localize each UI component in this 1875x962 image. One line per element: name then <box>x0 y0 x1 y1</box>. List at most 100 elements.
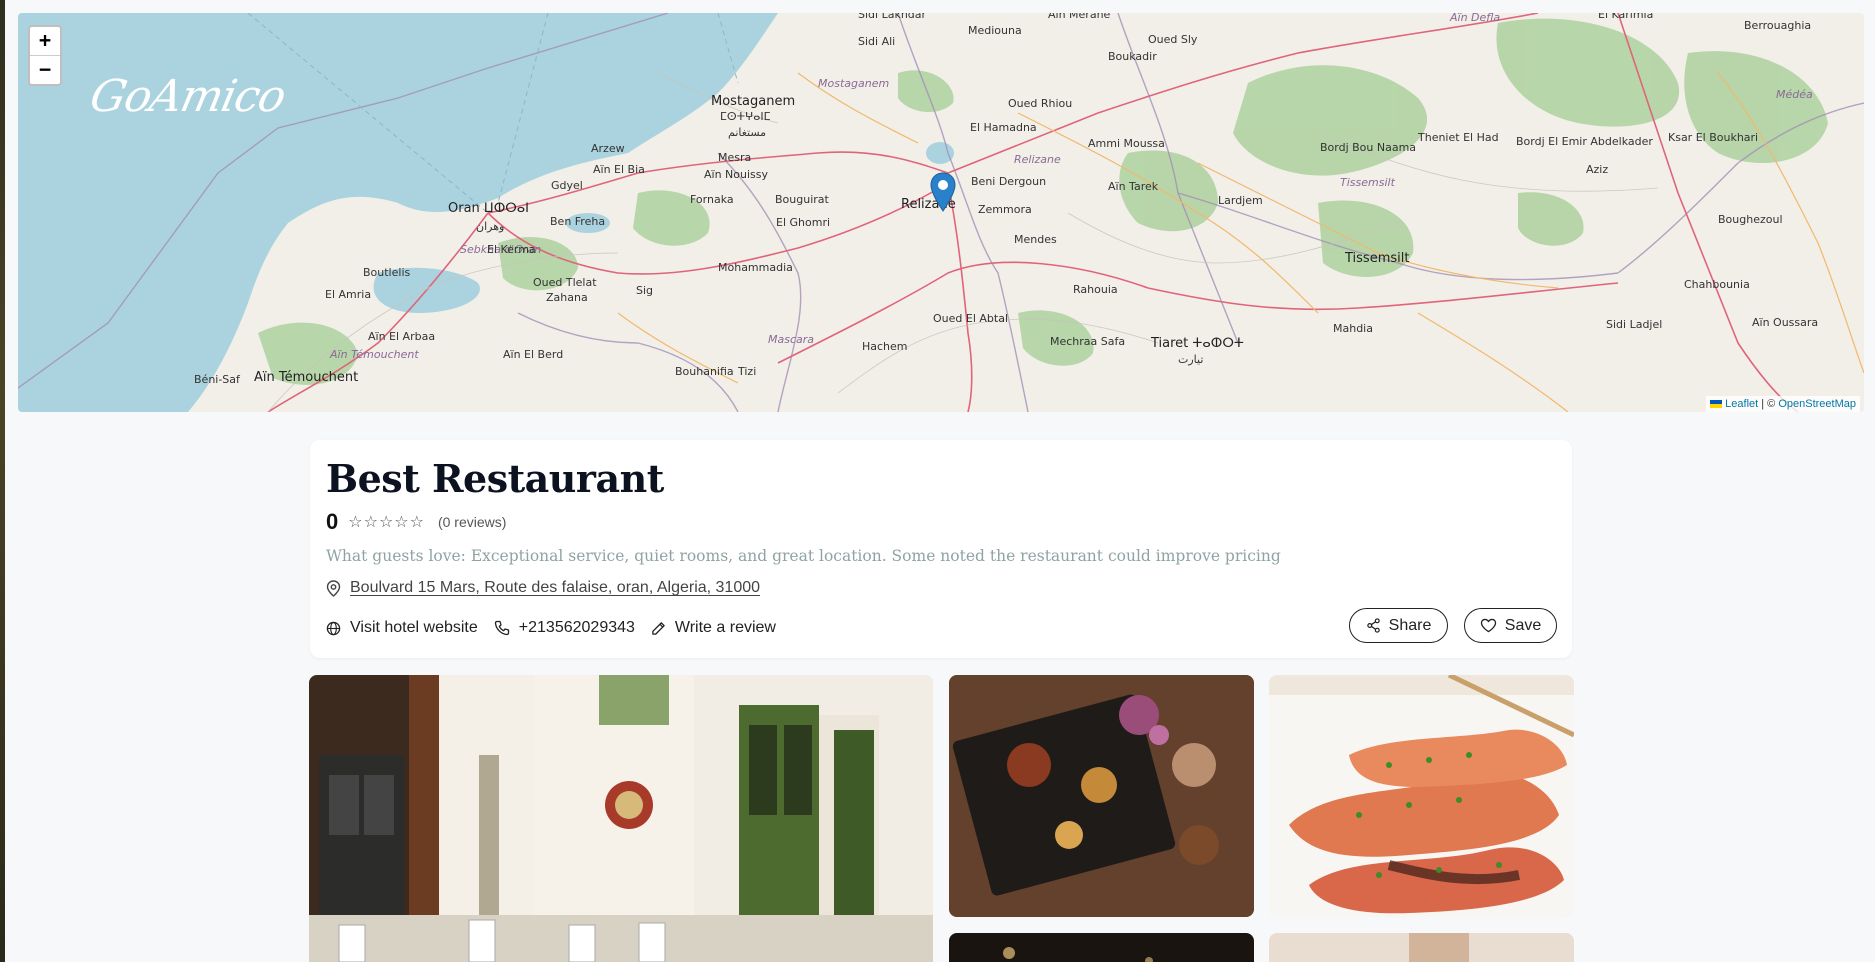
brand-logo: GoAmico <box>86 65 290 135</box>
map-label: Bordj Bou Naama <box>1320 141 1417 154</box>
map-label: Ben Freha <box>550 215 606 228</box>
map-label: Mediouna <box>968 24 1022 37</box>
people-dining-photo <box>1269 933 1574 962</box>
globe-icon <box>326 621 341 635</box>
map-label: El Amria <box>325 288 372 301</box>
visit-website-label: Visit hotel website <box>350 619 478 636</box>
map-label: Hachem <box>862 340 908 353</box>
map-label: Mostaganem <box>818 77 890 90</box>
map-label: تيارت <box>1178 353 1204 366</box>
write-review-label: Write a review <box>674 619 776 636</box>
map-label: Mohammadia <box>718 261 793 274</box>
rating-value: 0 <box>326 509 339 534</box>
map-label: Médéa <box>1776 88 1813 101</box>
map-label: Sidi Ali <box>858 35 896 48</box>
map-label: Aïn El Bia <box>593 163 645 176</box>
map-label: El Ghomri <box>776 216 831 229</box>
map-label: Oran ⵡⵀⵔⴰⵏ <box>448 201 530 216</box>
listing-title: Best Restaurant <box>326 456 664 501</box>
map-label: وهران <box>476 220 505 233</box>
gallery-photo-main[interactable] <box>309 675 933 962</box>
address-link[interactable]: Boulvard 15 Mars, Route des falaise, ora… <box>350 579 760 597</box>
star-icon: ☆ <box>363 512 378 531</box>
map-label: Aïn El Arbaa <box>368 330 436 343</box>
map-label: Ksar El Boukhari <box>1668 131 1759 144</box>
star-icon: ☆ <box>348 512 363 531</box>
map-label: Oued El Abtal <box>933 312 1008 325</box>
map-label: Oued Sly <box>1148 33 1198 46</box>
map-label: Mesra <box>718 151 752 164</box>
map-tiles[interactable] <box>18 13 1864 412</box>
map-label: Zahana <box>546 291 588 304</box>
zoom-out-button[interactable]: − <box>30 56 60 85</box>
map-label: Ammi Moussa <box>1088 137 1165 150</box>
map-label: Mendes <box>1014 233 1057 246</box>
guests-love-summary: What guests love: Exceptional service, q… <box>326 547 1281 565</box>
star-icon: ☆ <box>394 512 409 531</box>
map-label: Bouguirat <box>775 193 829 206</box>
phone-icon <box>494 620 509 636</box>
map-label: Aïn El Berd <box>503 348 564 361</box>
map-label: Sidi Lakhdar <box>858 13 927 21</box>
map-label: Lardjem <box>1218 194 1263 207</box>
zoom-in-button[interactable]: + <box>30 27 60 56</box>
food-platter-photo <box>949 675 1254 917</box>
map-label: Mascara <box>768 333 815 346</box>
phone-number: +213562029343 <box>518 619 635 636</box>
map[interactable]: + − GoAmico Sidi Lakhdar Aïn Merane Aïn … <box>18 13 1864 412</box>
map-label: Aïn Oussara <box>1752 316 1819 329</box>
top-bar <box>5 0 1875 12</box>
map-label: Berrouaghia <box>1744 19 1812 32</box>
map-label: Aïn Nouissy <box>704 168 769 181</box>
map-attribution: Leaflet | © OpenStreetMap <box>1706 396 1860 412</box>
restaurant-patio-photo <box>309 675 933 962</box>
save-label: Save <box>1504 616 1542 634</box>
map-label: ⵎⵙⵜⵖⴰⵏⵎ <box>720 110 771 123</box>
map-label: Chahbounia <box>1684 278 1750 291</box>
map-label: Arzew <box>591 142 625 155</box>
map-label: El Karimia <box>1598 13 1654 21</box>
map-label: Oued Rhiou <box>1008 97 1073 110</box>
gallery-photo[interactable] <box>1269 675 1574 917</box>
leaflet-link[interactable]: Leaflet <box>1725 398 1758 410</box>
map-label: Oued Tlelat <box>533 276 597 289</box>
map-label: Beni Dergoun <box>971 175 1047 188</box>
gallery-photo[interactable] <box>949 933 1254 962</box>
osm-link[interactable]: OpenStreetMap <box>1778 398 1856 410</box>
visit-website-link[interactable]: Visit hotel website <box>326 619 478 637</box>
map-label: Gdyel <box>551 179 583 192</box>
phone-link[interactable]: +213562029343 <box>494 619 635 637</box>
attribution-separator: | © <box>1758 398 1779 410</box>
map-label: Aïn Témouchent <box>254 370 359 385</box>
map-label: Rahouia <box>1073 283 1118 296</box>
map-label: Theniet El Had <box>1418 131 1499 144</box>
share-icon <box>1366 618 1380 633</box>
map-label: Mechraa Safa <box>1050 335 1126 348</box>
map-label: Aïn Merane <box>1048 13 1111 21</box>
map-label: Fornaka <box>690 193 734 206</box>
write-review-link[interactable]: Write a review <box>651 619 776 637</box>
map-label: Boutlelis <box>363 266 411 279</box>
review-count[interactable]: (0 reviews) <box>438 514 506 530</box>
save-button[interactable]: Save <box>1464 608 1557 643</box>
map-label: Tizi <box>738 365 757 378</box>
map-label: Sig <box>636 284 654 297</box>
window-edge <box>0 0 5 962</box>
map-label: Aziz <box>1586 163 1609 176</box>
map-label: Tissemsilt <box>1340 176 1395 189</box>
heart-icon <box>1480 618 1496 633</box>
star-rating: ☆ ☆ ☆ ☆ ☆ <box>348 514 424 530</box>
share-button[interactable]: Share <box>1349 608 1448 643</box>
gallery-photo[interactable] <box>949 675 1254 917</box>
rating-row: 0 ☆ ☆ ☆ ☆ ☆ (0 reviews) <box>326 509 506 534</box>
listing-card: Best Restaurant 0 ☆ ☆ ☆ ☆ ☆ (0 reviews) … <box>310 440 1572 658</box>
gallery-photo[interactable] <box>1269 933 1574 962</box>
map-label: Mahdia <box>1333 322 1373 335</box>
map-label: Béni-Saf <box>194 373 240 386</box>
map-label: Aïn Defla <box>1450 13 1501 24</box>
map-label: Tissemsilt <box>1345 251 1410 266</box>
map-label: Tiaret ⵜⴰⵀⵔⵜ <box>1151 336 1244 351</box>
location-marker-icon[interactable] <box>930 172 956 212</box>
map-label: Zemmora <box>978 203 1032 216</box>
map-label: Bordj El Emir Abdelkader <box>1516 135 1653 148</box>
